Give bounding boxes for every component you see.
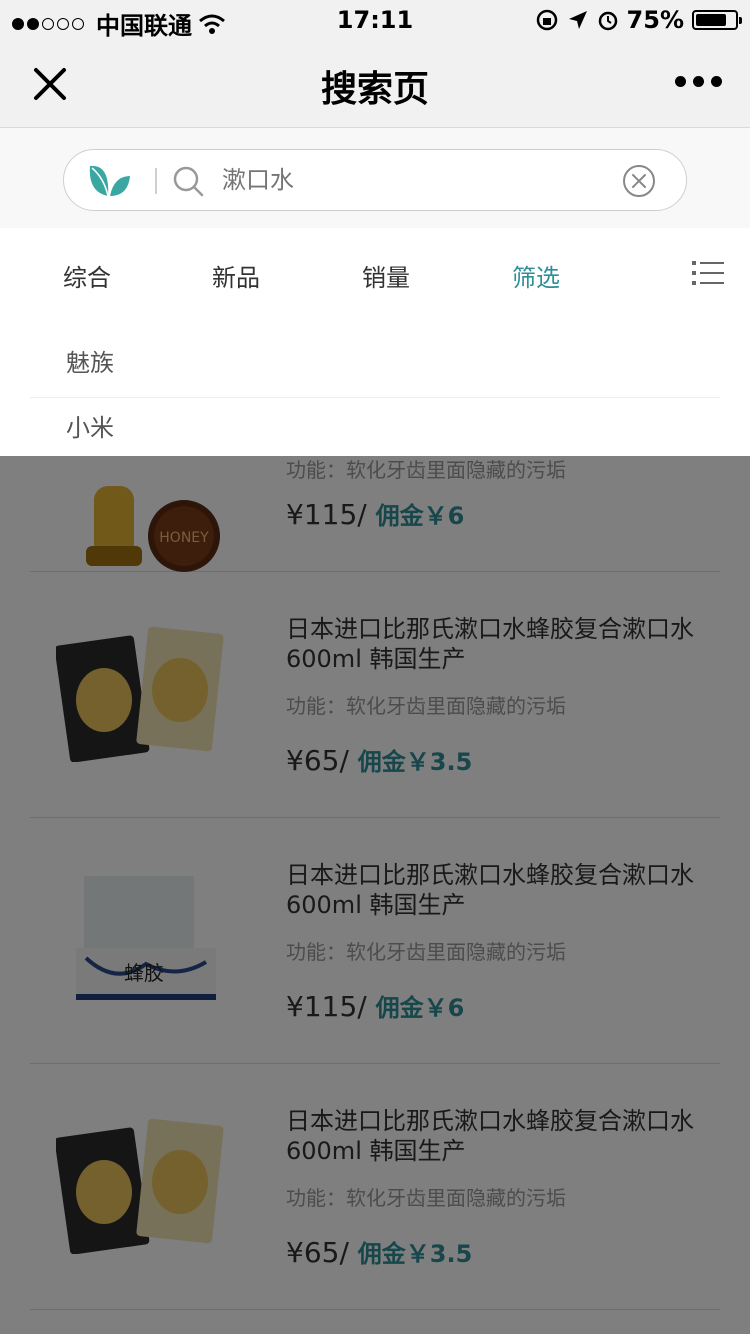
tab-new[interactable]: 新品 (212, 258, 260, 293)
dropdown-overlay[interactable] (0, 456, 750, 1334)
tab-sales[interactable]: 销量 (362, 258, 410, 293)
tab-filter[interactable]: 筛选 (512, 258, 560, 293)
rotation-lock-icon (536, 9, 557, 31)
filter-option-meizu[interactable]: 魅族 (30, 333, 720, 398)
more-icon[interactable] (675, 76, 722, 87)
sort-tabs: 综合 新品 销量 筛选 (0, 228, 750, 318)
search-box[interactable] (63, 149, 687, 211)
status-right: 75% (535, 6, 742, 34)
nav-bar: 搜索页 (0, 40, 750, 128)
list-view-icon[interactable] (692, 260, 724, 286)
battery-percent: 75% (626, 6, 684, 34)
search-area (0, 128, 750, 228)
tab-comprehensive[interactable]: 综合 (63, 258, 111, 293)
search-input[interactable] (222, 160, 602, 200)
status-bar: 中国联通 17:11 75% (0, 0, 750, 40)
alarm-icon (598, 11, 617, 31)
search-divider (155, 168, 157, 194)
page-title: 搜索页 (320, 69, 429, 110)
location-icon (568, 11, 587, 29)
search-icon[interactable] (172, 165, 204, 197)
battery-icon (692, 10, 742, 30)
leaf-logo-icon (89, 165, 130, 197)
filter-option-xiaomi[interactable]: 小米 (30, 398, 720, 463)
filter-dropdown: 魅族 小米 (0, 318, 750, 456)
clear-icon[interactable] (622, 164, 656, 198)
